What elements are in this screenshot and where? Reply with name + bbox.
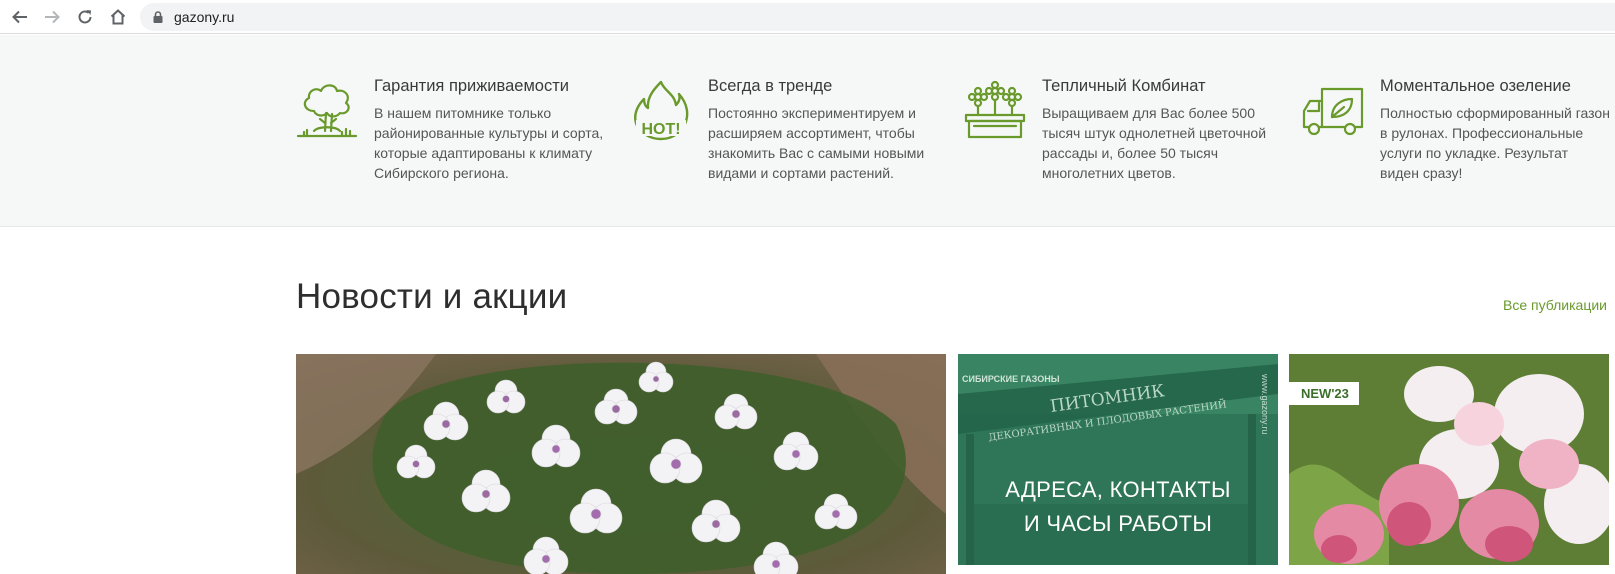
browser-toolbar: gazony.ru (0, 0, 1615, 34)
feature-title: Моментальное озеление (1380, 77, 1571, 95)
reload-icon (78, 10, 92, 24)
feature-text: Постоянно экспериментируем и расширяем а… (708, 105, 925, 181)
news-card-new[interactable]: NEW'23 (1289, 354, 1609, 565)
feature-text: В нашем питомнике только районированные … (374, 105, 604, 181)
feature-title: Тепличный Комбинат (1042, 77, 1206, 95)
news-card-flowers[interactable] (296, 354, 946, 574)
url-text: gazony.ru (174, 9, 235, 25)
feature-title: Всегда в тренде (708, 77, 833, 95)
svg-text:HOT!: HOT! (641, 121, 680, 138)
feature-text: Полностью сформированный газон в рулонах… (1380, 105, 1610, 181)
news-section-title: Новости и акции (296, 277, 568, 316)
home-button[interactable] (106, 5, 130, 29)
address-bar[interactable]: gazony.ru (140, 3, 1615, 31)
tree-icon (296, 84, 358, 138)
arrow-left-icon (12, 10, 27, 24)
forward-button[interactable] (40, 5, 64, 29)
back-button[interactable] (8, 5, 32, 29)
features-band: Гарантия приживаемости В нашем питомнике… (0, 35, 1615, 227)
feature-text: Выращиваем для Вас более 500 тысяч штук … (1042, 105, 1267, 181)
arrow-right-icon (45, 10, 60, 24)
hot-flame-icon: HOT! (634, 80, 689, 141)
home-icon (110, 9, 126, 25)
card-heading-line2: И ЧАСЫ РАБОТЫ (1023, 511, 1213, 536)
feature-title: Гарантия приживаемости (374, 77, 570, 95)
delivery-truck-icon (1302, 87, 1364, 136)
reload-button[interactable] (73, 5, 97, 29)
watermark: www.gazony.ru (1260, 374, 1270, 435)
white-flowers-photo (296, 354, 946, 574)
news-card-contacts[interactable]: ПИТОМНИК ДЕКОРАТИВНЫХ И ПЛОДОВЫХ РАСТЕНИ… (958, 354, 1278, 565)
card-heading-line1: АДРЕСА, КОНТАКТЫ (1005, 477, 1231, 502)
lock-icon (153, 11, 163, 23)
all-publications-link[interactable]: Все публикации (1503, 297, 1607, 313)
logo-text: СИБИРСКИЕ ГАЗОНЫ (962, 374, 1060, 384)
new-badge: NEW'23 (1289, 382, 1359, 405)
flower-box-icon (964, 80, 1026, 139)
